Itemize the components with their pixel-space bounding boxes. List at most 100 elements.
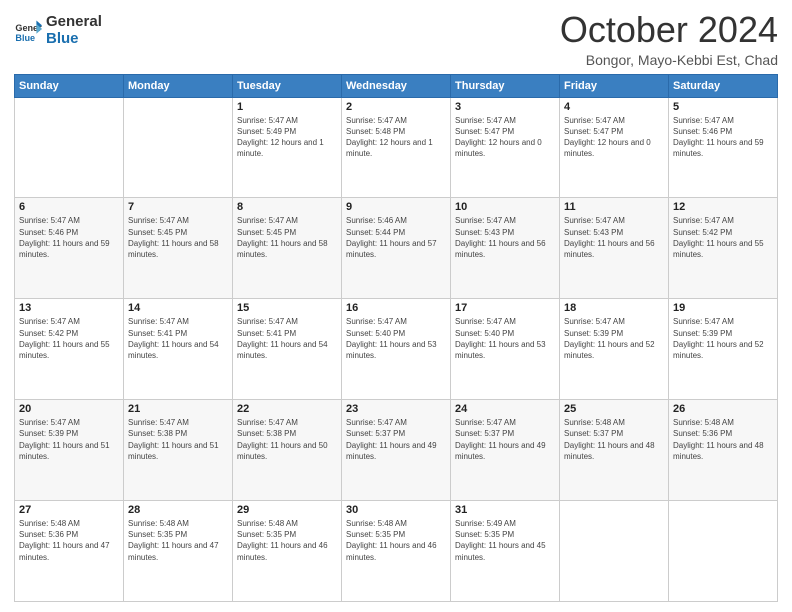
day-number: 10 bbox=[455, 201, 555, 213]
day-info: Sunrise: 5:47 AM Sunset: 5:38 PM Dayligh… bbox=[237, 417, 337, 462]
calendar-cell: 24 Sunrise: 5:47 AM Sunset: 5:37 PM Dayli… bbox=[451, 400, 560, 501]
logo-general: General bbox=[46, 14, 102, 31]
calendar-cell: 17 Sunrise: 5:47 AM Sunset: 5:40 PM Dayli… bbox=[451, 299, 560, 400]
day-number: 29 bbox=[237, 504, 337, 516]
calendar-cell: 2Sunrise: 5:47 AM Sunset: 5:48 PM Daylig… bbox=[342, 97, 451, 198]
day-number: 13 bbox=[19, 302, 119, 314]
weekday-header-wednesday: Wednesday bbox=[342, 74, 451, 97]
day-info: Sunrise: 5:47 AM Sunset: 5:47 PM Dayligh… bbox=[455, 115, 555, 160]
day-number: 31 bbox=[455, 504, 555, 516]
logo-icon: General Blue bbox=[14, 17, 42, 45]
day-number: 30 bbox=[346, 504, 446, 516]
calendar-cell: 11 Sunrise: 5:47 AM Sunset: 5:43 PM Dayli… bbox=[560, 198, 669, 299]
day-info: Sunrise: 5:48 AM Sunset: 5:36 PM Dayligh… bbox=[673, 417, 773, 462]
day-number: 25 bbox=[564, 403, 664, 415]
calendar-cell: 23 Sunrise: 5:47 AM Sunset: 5:37 PM Dayli… bbox=[342, 400, 451, 501]
calendar-week-1: 1Sunrise: 5:47 AM Sunset: 5:49 PM Daylig… bbox=[15, 97, 778, 198]
day-number: 26 bbox=[673, 403, 773, 415]
day-number: 22 bbox=[237, 403, 337, 415]
day-info: Sunrise: 5:46 AM Sunset: 5:44 PM Dayligh… bbox=[346, 215, 446, 260]
calendar-cell: 5Sunrise: 5:47 AM Sunset: 5:46 PM Daylig… bbox=[669, 97, 778, 198]
calendar-cell: 8 Sunrise: 5:47 AM Sunset: 5:45 PM Daylig… bbox=[233, 198, 342, 299]
weekday-header-sunday: Sunday bbox=[15, 74, 124, 97]
weekday-header-monday: Monday bbox=[124, 74, 233, 97]
day-number: 21 bbox=[128, 403, 228, 415]
weekday-header-tuesday: Tuesday bbox=[233, 74, 342, 97]
calendar-cell: 28 Sunrise: 5:48 AM Sunset: 5:35 PM Dayli… bbox=[124, 501, 233, 602]
calendar-cell: 21 Sunrise: 5:47 AM Sunset: 5:38 PM Dayli… bbox=[124, 400, 233, 501]
day-number: 19 bbox=[673, 302, 773, 314]
day-info: Sunrise: 5:47 AM Sunset: 5:45 PM Dayligh… bbox=[237, 215, 337, 260]
day-info: Sunrise: 5:48 AM Sunset: 5:35 PM Dayligh… bbox=[128, 518, 228, 563]
day-info: Sunrise: 5:47 AM Sunset: 5:42 PM Dayligh… bbox=[673, 215, 773, 260]
day-number: 28 bbox=[128, 504, 228, 516]
day-number: 11 bbox=[564, 201, 664, 213]
calendar-week-4: 20 Sunrise: 5:47 AM Sunset: 5:39 PM Dayli… bbox=[15, 400, 778, 501]
calendar-week-2: 6Sunrise: 5:47 AM Sunset: 5:46 PM Daylig… bbox=[15, 198, 778, 299]
day-info: Sunrise: 5:47 AM Sunset: 5:43 PM Dayligh… bbox=[564, 215, 664, 260]
calendar-cell: 27Sunrise: 5:48 AM Sunset: 5:36 PM Dayli… bbox=[15, 501, 124, 602]
day-number: 24 bbox=[455, 403, 555, 415]
weekday-header-saturday: Saturday bbox=[669, 74, 778, 97]
calendar-cell: 13 Sunrise: 5:47 AM Sunset: 5:42 PM Dayli… bbox=[15, 299, 124, 400]
calendar-cell: 15Sunrise: 5:47 AM Sunset: 5:41 PM Dayli… bbox=[233, 299, 342, 400]
calendar-cell: 18 Sunrise: 5:47 AM Sunset: 5:39 PM Dayli… bbox=[560, 299, 669, 400]
calendar-cell: 10Sunrise: 5:47 AM Sunset: 5:43 PM Dayli… bbox=[451, 198, 560, 299]
calendar-cell: 25 Sunrise: 5:48 AM Sunset: 5:37 PM Dayli… bbox=[560, 400, 669, 501]
day-number: 20 bbox=[19, 403, 119, 415]
day-number: 7 bbox=[128, 201, 228, 213]
day-info: Sunrise: 5:48 AM Sunset: 5:35 PM Dayligh… bbox=[237, 518, 337, 563]
calendar-cell bbox=[15, 97, 124, 198]
day-info: Sunrise: 5:47 AM Sunset: 5:39 PM Dayligh… bbox=[673, 316, 773, 361]
day-number: 8 bbox=[237, 201, 337, 213]
day-number: 27 bbox=[19, 504, 119, 516]
title-block: October 2024 Bongor, Mayo-Kebbi Est, Cha… bbox=[560, 10, 778, 68]
calendar-cell: 16Sunrise: 5:47 AM Sunset: 5:40 PM Dayli… bbox=[342, 299, 451, 400]
calendar-cell bbox=[669, 501, 778, 602]
calendar-week-5: 27Sunrise: 5:48 AM Sunset: 5:36 PM Dayli… bbox=[15, 501, 778, 602]
day-info: Sunrise: 5:47 AM Sunset: 5:45 PM Dayligh… bbox=[128, 215, 228, 260]
location-title: Bongor, Mayo-Kebbi Est, Chad bbox=[560, 52, 778, 68]
day-info: Sunrise: 5:47 AM Sunset: 5:39 PM Dayligh… bbox=[19, 417, 119, 462]
day-number: 2 bbox=[346, 101, 446, 113]
calendar-cell: 14Sunrise: 5:47 AM Sunset: 5:41 PM Dayli… bbox=[124, 299, 233, 400]
day-info: Sunrise: 5:47 AM Sunset: 5:37 PM Dayligh… bbox=[455, 417, 555, 462]
day-info: Sunrise: 5:47 AM Sunset: 5:46 PM Dayligh… bbox=[19, 215, 119, 260]
svg-text:Blue: Blue bbox=[15, 32, 35, 42]
calendar-cell: 30Sunrise: 5:48 AM Sunset: 5:35 PM Dayli… bbox=[342, 501, 451, 602]
calendar-header-row: SundayMondayTuesdayWednesdayThursdayFrid… bbox=[15, 74, 778, 97]
day-info: Sunrise: 5:47 AM Sunset: 5:41 PM Dayligh… bbox=[128, 316, 228, 361]
day-info: Sunrise: 5:47 AM Sunset: 5:46 PM Dayligh… bbox=[673, 115, 773, 160]
page: General Blue General Blue October 2024 B… bbox=[0, 0, 792, 612]
day-number: 3 bbox=[455, 101, 555, 113]
calendar-cell: 3 Sunrise: 5:47 AM Sunset: 5:47 PM Daylig… bbox=[451, 97, 560, 198]
day-info: Sunrise: 5:47 AM Sunset: 5:39 PM Dayligh… bbox=[564, 316, 664, 361]
calendar-cell: 26 Sunrise: 5:48 AM Sunset: 5:36 PM Dayli… bbox=[669, 400, 778, 501]
day-info: Sunrise: 5:47 AM Sunset: 5:41 PM Dayligh… bbox=[237, 316, 337, 361]
calendar-cell: 7 Sunrise: 5:47 AM Sunset: 5:45 PM Daylig… bbox=[124, 198, 233, 299]
calendar-cell: 31 Sunrise: 5:49 AM Sunset: 5:35 PM Dayli… bbox=[451, 501, 560, 602]
day-number: 1 bbox=[237, 101, 337, 113]
calendar-cell bbox=[560, 501, 669, 602]
day-number: 4 bbox=[564, 101, 664, 113]
day-number: 18 bbox=[564, 302, 664, 314]
day-number: 23 bbox=[346, 403, 446, 415]
day-info: Sunrise: 5:49 AM Sunset: 5:35 PM Dayligh… bbox=[455, 518, 555, 563]
day-number: 16 bbox=[346, 302, 446, 314]
weekday-header-friday: Friday bbox=[560, 74, 669, 97]
day-info: Sunrise: 5:47 AM Sunset: 5:37 PM Dayligh… bbox=[346, 417, 446, 462]
day-number: 9 bbox=[346, 201, 446, 213]
day-info: Sunrise: 5:48 AM Sunset: 5:37 PM Dayligh… bbox=[564, 417, 664, 462]
calendar-cell: 29 Sunrise: 5:48 AM Sunset: 5:35 PM Dayli… bbox=[233, 501, 342, 602]
day-info: Sunrise: 5:47 AM Sunset: 5:40 PM Dayligh… bbox=[455, 316, 555, 361]
day-info: Sunrise: 5:47 AM Sunset: 5:38 PM Dayligh… bbox=[128, 417, 228, 462]
month-title: October 2024 bbox=[560, 10, 778, 50]
calendar-cell: 9 Sunrise: 5:46 AM Sunset: 5:44 PM Daylig… bbox=[342, 198, 451, 299]
calendar-cell: 22 Sunrise: 5:47 AM Sunset: 5:38 PM Dayli… bbox=[233, 400, 342, 501]
day-info: Sunrise: 5:47 AM Sunset: 5:42 PM Dayligh… bbox=[19, 316, 119, 361]
logo-blue: Blue bbox=[46, 31, 102, 48]
day-number: 17 bbox=[455, 302, 555, 314]
calendar-cell: 1Sunrise: 5:47 AM Sunset: 5:49 PM Daylig… bbox=[233, 97, 342, 198]
calendar-week-3: 13 Sunrise: 5:47 AM Sunset: 5:42 PM Dayli… bbox=[15, 299, 778, 400]
calendar-cell bbox=[124, 97, 233, 198]
